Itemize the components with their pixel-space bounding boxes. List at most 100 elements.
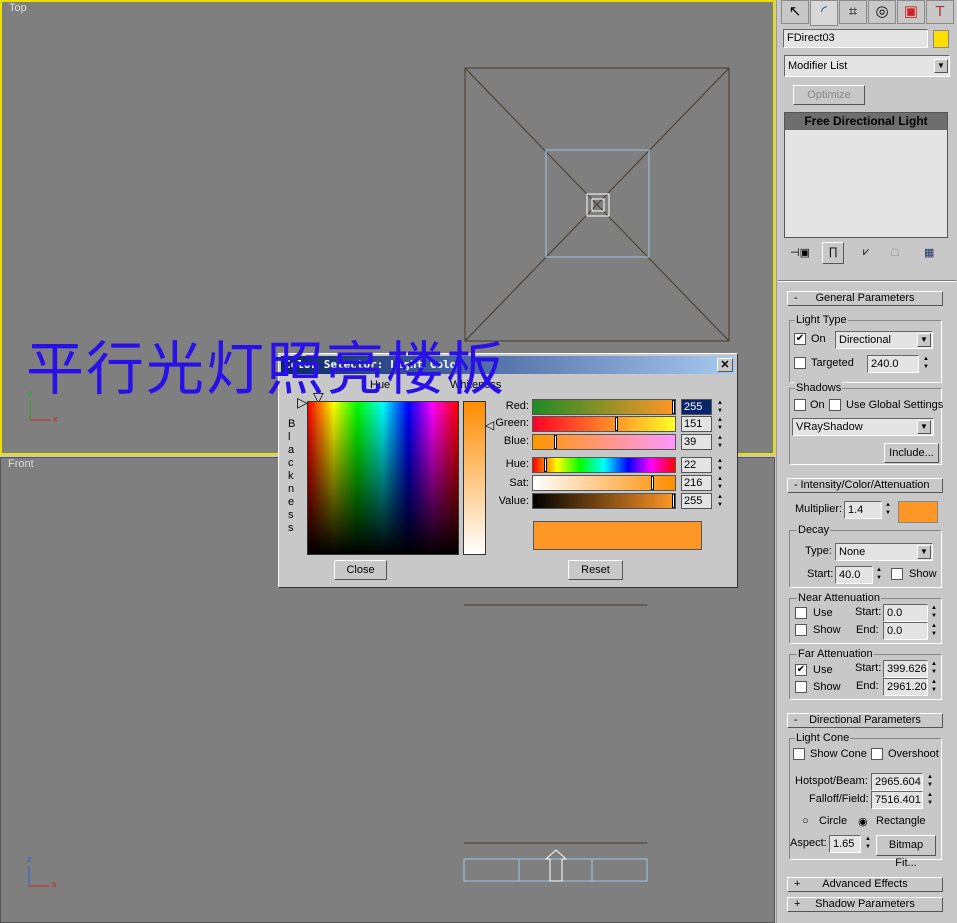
use-global-label: Use Global Settings (846, 399, 944, 411)
light-on-checkbox[interactable]: ✔ (794, 333, 806, 345)
make-unique-icon[interactable]: ⩗ (863, 246, 869, 259)
value-field[interactable]: 255 (681, 493, 712, 509)
reset-button[interactable]: Reset (568, 560, 623, 580)
create-tab[interactable]: ↖ (781, 0, 809, 24)
bitmap-fit-button[interactable]: Bitmap Fit... (876, 835, 936, 869)
start-label: Start: (855, 662, 882, 674)
near-show-checkbox[interactable] (795, 624, 807, 636)
hue-blackness-picker[interactable] (307, 401, 459, 555)
far-start-field[interactable]: 399.626 (883, 660, 928, 678)
configure-modifier-sets-icon[interactable]: ▦ (924, 246, 934, 259)
far-use-checkbox[interactable]: ✔ (795, 664, 807, 676)
target-distance-field[interactable]: 240.0 (867, 355, 919, 373)
decay-start-label: Start: (807, 568, 834, 580)
blue-slider[interactable] (532, 434, 676, 450)
value-slider[interactable] (532, 493, 676, 509)
utilities-tab[interactable]: T (926, 0, 954, 24)
spinner[interactable]: ▲ ▼ (874, 566, 884, 584)
spinner[interactable]: ▲ ▼ (715, 457, 725, 475)
circle-radio[interactable]: ○ (802, 815, 809, 827)
object-color-swatch[interactable] (933, 30, 949, 48)
spinner[interactable]: ▲ ▼ (715, 493, 725, 511)
hotspot-field[interactable]: 2965.604 (871, 773, 923, 791)
shadow-parameters-rollout[interactable]: + Shadow Parameters (787, 897, 943, 912)
light-cone-label: Light Cone (795, 732, 851, 744)
spinner[interactable]: ▲ ▼ (929, 678, 939, 696)
red-slider[interactable] (532, 399, 676, 415)
object-name-field[interactable]: FDirect03 (783, 29, 928, 48)
spinner[interactable]: ▲ ▼ (715, 416, 725, 434)
value-label: Value: (498, 495, 529, 507)
multiplier-field[interactable]: 1.4 (844, 501, 882, 519)
far-show-checkbox[interactable] (795, 681, 807, 693)
display-icon: ▣ (903, 3, 919, 20)
spinner[interactable]: ▲ ▼ (925, 773, 935, 791)
hierarchy-tab[interactable]: ⌗ (839, 0, 867, 24)
modify-tab[interactable]: ◜ (810, 0, 838, 26)
stack-item[interactable]: Free Directional Light (785, 113, 947, 130)
hotspot-label: Hotspot/Beam: (795, 775, 868, 787)
modifier-list-dropdown[interactable]: Modifier List (784, 55, 950, 77)
shadows-on-checkbox[interactable] (794, 399, 806, 411)
show-cone-checkbox[interactable] (793, 748, 805, 760)
sat-slider[interactable] (532, 475, 676, 491)
spinner[interactable]: ▲ ▼ (883, 501, 893, 519)
directional-parameters-rollout[interactable]: - Directional Parameters (787, 713, 943, 728)
start-label: Start: (855, 606, 882, 618)
near-end-field[interactable]: 0.0 (883, 622, 928, 640)
decay-start-field[interactable]: 40.0 (835, 566, 873, 584)
sat-field[interactable]: 216 (681, 475, 712, 491)
spinner[interactable]: ▲ ▼ (715, 434, 725, 452)
spinner[interactable]: ▲ ▼ (715, 475, 725, 493)
show-end-result-button[interactable]: ∏ (822, 242, 844, 264)
decay-show-checkbox[interactable] (891, 568, 903, 580)
pin-stack-icon[interactable]: ⊣▣ (790, 246, 810, 259)
include-button[interactable]: Include... (884, 443, 939, 463)
hierarchy-icon: ⌗ (848, 3, 858, 20)
targeted-checkbox[interactable] (794, 357, 806, 369)
chevron-down-icon[interactable]: ▼ (934, 59, 948, 73)
general-parameters-rollout[interactable]: - General Parameters (787, 291, 943, 306)
remove-modifier-icon[interactable]: ☖ (890, 246, 900, 259)
modifier-list-label: Modifier List (788, 60, 848, 72)
motion-tab[interactable]: ◎ (868, 0, 896, 24)
intensity-rollout[interactable]: - Intensity/Color/Attenuation (787, 478, 943, 493)
advanced-effects-rollout[interactable]: + Advanced Effects (787, 877, 943, 892)
spinner[interactable]: ▲ ▼ (715, 399, 725, 417)
falloff-field[interactable]: 7516.401 (871, 791, 923, 809)
aspect-field[interactable]: 1.65 (829, 835, 861, 853)
hue-field[interactable]: 22 (681, 457, 712, 473)
light-color-swatch[interactable] (898, 501, 938, 523)
circle-label: Circle (819, 815, 848, 827)
near-start-field[interactable]: 0.0 (883, 604, 928, 622)
green-slider[interactable] (532, 416, 676, 432)
rectangle-radio[interactable]: ◉ (858, 815, 868, 828)
shadow-type-dropdown[interactable]: VRayShadow (792, 418, 934, 436)
spinner[interactable]: ▲ ▼ (863, 835, 873, 853)
dialog-close-icon[interactable]: ✕ (717, 358, 733, 372)
green-field[interactable]: 151 (681, 416, 712, 432)
near-attenuation-label: Near Attenuation (797, 592, 881, 604)
modifier-stack[interactable]: Free Directional Light (784, 112, 948, 238)
overshoot-checkbox[interactable] (871, 748, 883, 760)
chevron-down-icon[interactable]: ▼ (917, 545, 931, 559)
display-tab[interactable]: ▣ (897, 0, 925, 24)
use-global-checkbox[interactable] (829, 399, 841, 411)
sat-label: Sat: (509, 477, 529, 489)
use-label: Use (813, 607, 833, 619)
close-button[interactable]: Close (334, 560, 387, 580)
falloff-label: Falloff/Field: (809, 793, 869, 805)
spinner[interactable]: ▲ ▼ (925, 791, 935, 809)
chevron-down-icon[interactable]: ▼ (917, 333, 931, 347)
far-end-field[interactable]: 2961.20 (883, 678, 928, 696)
blue-field[interactable]: 39 (681, 434, 712, 450)
red-field[interactable]: 255 (681, 399, 712, 415)
spinner[interactable]: ▲ ▼ (929, 660, 939, 678)
spinner[interactable]: ▲ ▼ (929, 604, 939, 622)
optimize-button[interactable]: Optimize (793, 85, 865, 105)
hue-slider[interactable] (532, 457, 676, 473)
near-use-checkbox[interactable] (795, 607, 807, 619)
spinner[interactable]: ▲ ▼ (929, 622, 939, 640)
chevron-down-icon[interactable]: ▼ (917, 420, 931, 434)
spinner[interactable]: ▲ ▼ (921, 355, 931, 373)
